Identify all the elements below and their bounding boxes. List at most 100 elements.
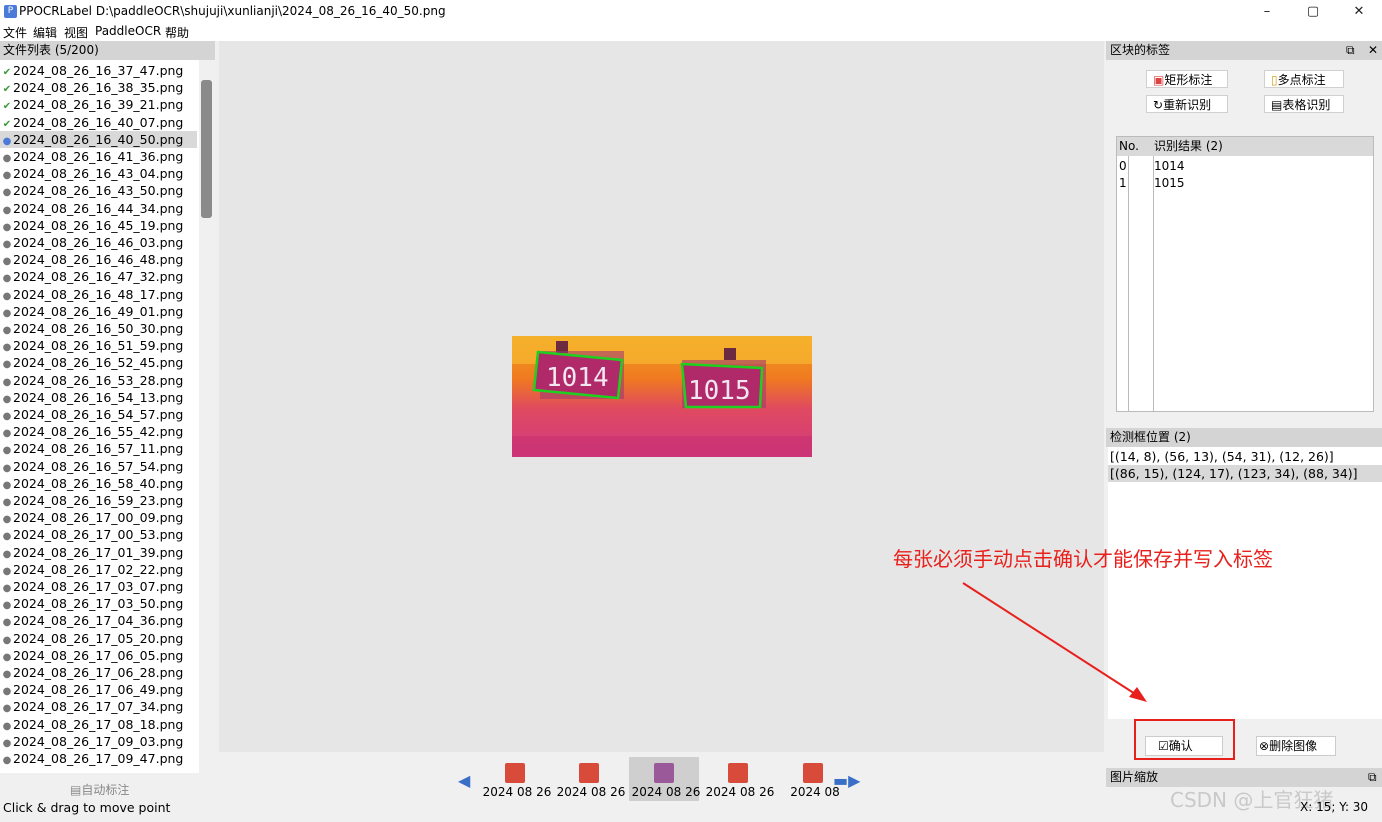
- recognition-result-table[interactable]: No. 识别结果 (2) 0 1014 1 1015: [1116, 136, 1374, 412]
- file-name: 2024_08_26_16_47_32.png: [13, 269, 184, 285]
- float-icon[interactable]: ⧉: [1346, 41, 1355, 60]
- maximize-button[interactable]: ▢: [1290, 0, 1336, 23]
- column-header-result[interactable]: 识别结果 (2): [1154, 137, 1223, 156]
- file-list[interactable]: ✔ 2024_08_26_16_37_47.png ✔ 2024_08_26_16_3…: [0, 60, 199, 773]
- thumbnail-image: [654, 763, 674, 783]
- list-item[interactable]: ● 2024_08_26_17_07_34.png: [0, 698, 197, 715]
- status-message: Click & drag to move point: [3, 800, 171, 815]
- list-item[interactable]: ● 2024_08_26_17_06_49.png: [0, 681, 197, 698]
- list-item[interactable]: [(14, 8), (56, 13), (54, 31), (12, 26)]: [1108, 448, 1382, 465]
- list-item[interactable]: ● 2024_08_26_16_47_32.png: [0, 268, 197, 285]
- column-header-no[interactable]: No.: [1119, 137, 1139, 156]
- float-icon[interactable]: ⧉: [1368, 768, 1377, 787]
- delete-image-button[interactable]: ⊗删除图像: [1256, 736, 1336, 756]
- list-item[interactable]: ● 2024_08_26_16_54_57.png: [0, 406, 197, 423]
- list-item[interactable]: ● 2024_08_26_16_58_40.png: [0, 475, 197, 492]
- table-divider: [1128, 156, 1154, 411]
- file-name: 2024_08_26_16_48_17.png: [13, 286, 184, 302]
- refresh-icon: ↻: [1153, 98, 1164, 112]
- list-item[interactable]: ● 2024_08_26_17_00_09.png: [0, 509, 197, 526]
- menu-file[interactable]: 文件: [3, 24, 27, 41]
- list-item[interactable]: ● 2024_08_26_17_09_47.png: [0, 750, 197, 767]
- list-item[interactable]: ● 2024_08_26_17_00_53.png: [0, 526, 197, 543]
- list-item[interactable]: [(86, 15), (124, 17), (123, 34), (88, 34…: [1108, 465, 1382, 482]
- list-item[interactable]: ● 2024_08_26_16_57_54.png: [0, 458, 197, 475]
- zoom-title: 图片缩放: [1110, 770, 1159, 784]
- thumbnail-2[interactable]: 2024 08 26: [629, 757, 700, 801]
- list-item[interactable]: ● 2024_08_26_17_09_03.png: [0, 733, 197, 750]
- minimize-button[interactable]: –: [1244, 0, 1290, 23]
- list-item[interactable]: ● 2024_08_26_16_51_59.png: [0, 337, 197, 354]
- prev-arrow-icon[interactable]: ◀: [458, 771, 470, 790]
- list-item[interactable]: ● 2024_08_26_16_46_03.png: [0, 234, 197, 251]
- file-name: 2024_08_26_16_43_04.png: [13, 166, 184, 182]
- file-name: 2024_08_26_17_03_50.png: [13, 596, 184, 612]
- menu-paddleocr[interactable]: PaddleOCR: [95, 24, 161, 38]
- file-name: 2024_08_26_17_03_07.png: [13, 579, 184, 594]
- thumbnail-caption: 2024 08 26: [482, 785, 552, 799]
- list-item[interactable]: ● 2024_08_26_17_06_28.png: [0, 664, 197, 681]
- file-name: 2024_08_26_17_01_39.png: [13, 544, 184, 560]
- list-item[interactable]: ✔ 2024_08_26_16_40_07.png: [0, 114, 197, 131]
- list-item[interactable]: ● 2024_08_26_17_01_39.png: [0, 544, 197, 561]
- detection-box-header: 检测框位置 (2): [1106, 428, 1382, 447]
- menu-edit[interactable]: 编辑: [33, 24, 57, 41]
- list-item[interactable]: ● 2024_08_26_16_53_28.png: [0, 372, 197, 389]
- scrollbar-thumb[interactable]: [201, 80, 212, 218]
- list-item[interactable]: ● 2024_08_26_17_04_36.png: [0, 612, 197, 629]
- list-item[interactable]: ● 2024_08_26_16_54_13.png: [0, 389, 197, 406]
- file-name: 2024_08_26_16_38_35.png: [13, 80, 184, 96]
- rect-label-button[interactable]: ▣矩形标注: [1146, 70, 1228, 88]
- table-recognize-button[interactable]: ▤表格识别: [1264, 95, 1344, 113]
- menu-help[interactable]: 帮助: [165, 24, 189, 41]
- auto-label-button[interactable]: ▤自动标注: [70, 781, 129, 798]
- thumbnail-0[interactable]: 2024 08 26: [480, 757, 551, 801]
- delete-icon: ⊗: [1259, 739, 1270, 753]
- close-button[interactable]: ✕: [1336, 0, 1382, 23]
- list-item[interactable]: ● 2024_08_26_16_52_45.png: [0, 354, 197, 371]
- window-title: PPOCRLabel D:\paddleOCR\shujuji\xunlianj…: [19, 4, 446, 18]
- list-item[interactable]: ● 2024_08_26_17_03_50.png: [0, 595, 197, 612]
- table-row[interactable]: 1015: [1154, 175, 1185, 192]
- list-item[interactable]: ● 2024_08_26_16_59_23.png: [0, 492, 197, 509]
- list-item[interactable]: ● 2024_08_26_16_44_34.png: [0, 200, 197, 217]
- list-item[interactable]: ● 2024_08_26_17_06_05.png: [0, 647, 197, 664]
- list-item[interactable]: ● 2024_08_26_17_03_07.png: [0, 578, 197, 595]
- image-bottom-band: [512, 436, 812, 457]
- list-item[interactable]: ✔ 2024_08_26_16_39_21.png: [0, 96, 197, 113]
- thumbnail-3[interactable]: 2024 08 26: [703, 757, 774, 801]
- list-item[interactable]: ● 2024_08_26_17_08_18.png: [0, 716, 197, 733]
- table-row[interactable]: 0: [1119, 158, 1127, 175]
- row-no: 1: [1119, 176, 1127, 190]
- table-row[interactable]: 1: [1119, 175, 1127, 192]
- list-item[interactable]: ● 2024_08_26_16_55_42.png: [0, 423, 197, 440]
- image-preview[interactable]: 1014 1015: [512, 336, 812, 457]
- confirm-button[interactable]: ☑确认: [1145, 736, 1223, 756]
- list-item[interactable]: ● 2024_08_26_17_02_22.png: [0, 561, 197, 578]
- poly-label-button[interactable]: ▯多点标注: [1264, 70, 1344, 88]
- list-item[interactable]: ● 2024_08_26_16_50_30.png: [0, 320, 197, 337]
- list-item[interactable]: ● 2024_08_26_16_49_01.png: [0, 303, 197, 320]
- list-item[interactable]: ● 2024_08_26_16_57_11.png: [0, 440, 197, 457]
- table-row[interactable]: 1014: [1154, 158, 1185, 175]
- list-item[interactable]: ● 2024_08_26_16_45_19.png: [0, 217, 197, 234]
- list-item[interactable]: ● 2024_08_26_16_48_17.png: [0, 286, 197, 303]
- thumbnail-caption: 2024 08 26: [556, 785, 626, 799]
- list-item[interactable]: ● 2024_08_26_16_41_36.png: [0, 148, 197, 165]
- list-item[interactable]: ● 2024_08_26_16_40_50.png: [0, 130, 197, 148]
- menu-view[interactable]: 视图: [64, 24, 88, 41]
- list-item[interactable]: ✔ 2024_08_26_16_38_35.png: [0, 79, 197, 96]
- close-icon[interactable]: ✕: [1368, 41, 1378, 60]
- file-name: 2024_08_26_16_37_47.png: [13, 63, 184, 78]
- list-item[interactable]: ● 2024_08_26_16_46_48.png: [0, 251, 197, 268]
- list-item[interactable]: ● 2024_08_26_16_43_50.png: [0, 182, 197, 199]
- list-item[interactable]: ● 2024_08_26_17_05_20.png: [0, 630, 197, 647]
- plate-text-1: 1014: [546, 363, 609, 393]
- file-name: 2024_08_26_16_54_13.png: [13, 389, 184, 405]
- table-recognize-text: 表格识别: [1282, 98, 1331, 112]
- re-recognize-button[interactable]: ↻重新识别: [1146, 95, 1228, 113]
- list-item[interactable]: ● 2024_08_26_16_43_04.png: [0, 165, 197, 182]
- next-arrow-icon[interactable]: ▬▶: [833, 771, 860, 790]
- list-item[interactable]: ✔ 2024_08_26_16_37_47.png: [0, 62, 197, 79]
- thumbnail-1[interactable]: 2024 08 26: [554, 757, 625, 801]
